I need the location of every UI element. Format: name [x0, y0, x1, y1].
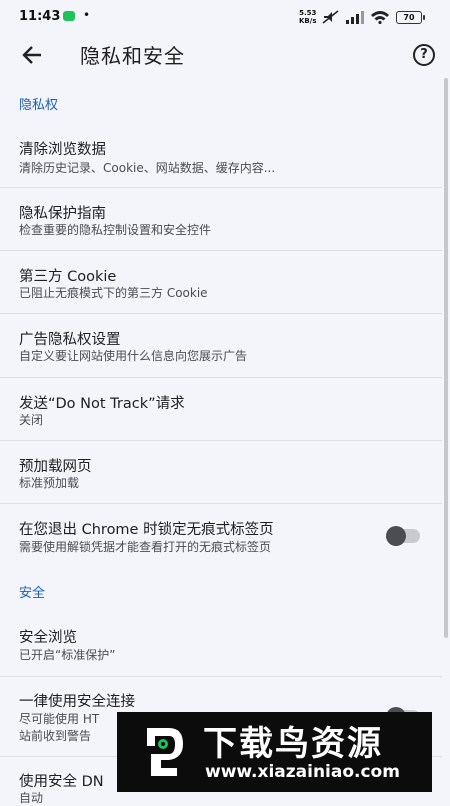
setting-third-party-cookies[interactable]: 第三方 Cookie 已阻止无痕模式下的第三方 Cookie	[0, 250, 442, 314]
setting-title: 清除浏览数据	[19, 142, 106, 158]
setting-subtitle: 需要使用解锁凭据才能查看打开的无痕式标签页	[19, 540, 272, 554]
notification-dot: •	[83, 8, 91, 22]
setting-preload-pages[interactable]: 预加载网页 标准预加载	[0, 440, 442, 504]
setting-title: 发送“Do Not Track”请求	[19, 396, 185, 412]
status-bar: 11:43 • 5.53 KB/s 70	[0, 0, 450, 34]
setting-title: 预加载网页	[19, 459, 92, 475]
page-title: 隐私和安全	[80, 44, 185, 68]
setting-ad-privacy[interactable]: 广告隐私权设置 自定义要让网站使用什么信息向您展示广告	[0, 313, 442, 378]
section-header-privacy: 隐私权	[19, 98, 59, 113]
scrollbar[interactable]	[444, 78, 448, 638]
setting-subtitle: 已开启“标准保护”	[19, 648, 116, 662]
setting-subtitle: 自定义要让网站使用什么信息向您展示广告	[19, 349, 248, 363]
setting-subtitle: 检查重要的隐私控制设置和安全控件	[19, 223, 212, 237]
setting-clear-browsing-data[interactable]: 清除浏览数据 清除历史记录、Cookie、网站数据、缓存内容...	[0, 124, 442, 188]
setting-title: 一律使用安全连接	[19, 694, 135, 710]
setting-do-not-track[interactable]: 发送“Do Not Track”请求 关闭	[0, 377, 442, 441]
back-arrow-icon[interactable]	[20, 42, 46, 68]
setting-title: 第三方 Cookie	[19, 269, 117, 285]
setting-privacy-guide[interactable]: 隐私保护指南 检查重要的隐私控制设置和安全控件	[0, 187, 442, 251]
setting-title: 在您退出 Chrome 时锁定无痕式标签页	[19, 522, 274, 538]
setting-title: 广告隐私权设置	[19, 332, 121, 348]
setting-title: 安全浏览	[19, 630, 77, 646]
mute-icon	[322, 10, 339, 24]
toggle-knob	[386, 526, 406, 546]
watermark-url: www.xiazainiao.com	[205, 762, 400, 782]
lock-incognito-toggle[interactable]	[386, 526, 420, 546]
network-speed: 5.53 KB/s	[299, 9, 316, 25]
section-header-security: 安全	[19, 586, 46, 601]
setting-subtitle: 标准预加载	[19, 476, 80, 490]
setting-title: 使用安全 DN	[19, 774, 104, 790]
bird-logo-icon	[147, 728, 183, 776]
setting-lock-incognito-tabs[interactable]: 在您退出 Chrome 时锁定无痕式标签页 需要使用解锁凭据才能查看打开的无痕式…	[0, 503, 442, 568]
wechat-icon	[63, 11, 75, 21]
net-speed-unit: KB/s	[299, 17, 317, 25]
setting-title: 隐私保护指南	[19, 206, 106, 222]
setting-subtitle: 关闭	[19, 413, 44, 427]
setting-subtitle: 自动	[19, 791, 44, 805]
setting-safe-browsing[interactable]: 安全浏览 已开启“标准保护”	[0, 612, 442, 677]
wifi-icon	[371, 11, 389, 24]
setting-subtitle: 尽可能使用 HT	[19, 712, 100, 726]
setting-subtitle: 已阻止无痕模式下的第三方 Cookie	[19, 286, 208, 300]
clock: 11:43	[19, 9, 61, 24]
setting-subtitle: 清除历史记录、Cookie、网站数据、缓存内容...	[19, 161, 276, 175]
setting-subtitle-line2: 站前收到警告	[19, 729, 92, 743]
help-icon[interactable]: ?	[413, 44, 435, 66]
net-speed-value: 5.53	[299, 9, 317, 17]
watermark-banner: 下载鸟资源 www.xiazainiao.com	[117, 712, 432, 792]
app-bar: 隐私和安全 ?	[0, 34, 450, 76]
cellular-signal-icon	[346, 11, 364, 24]
battery-indicator: 70	[396, 11, 425, 24]
watermark-name: 下载鸟资源	[203, 724, 383, 764]
